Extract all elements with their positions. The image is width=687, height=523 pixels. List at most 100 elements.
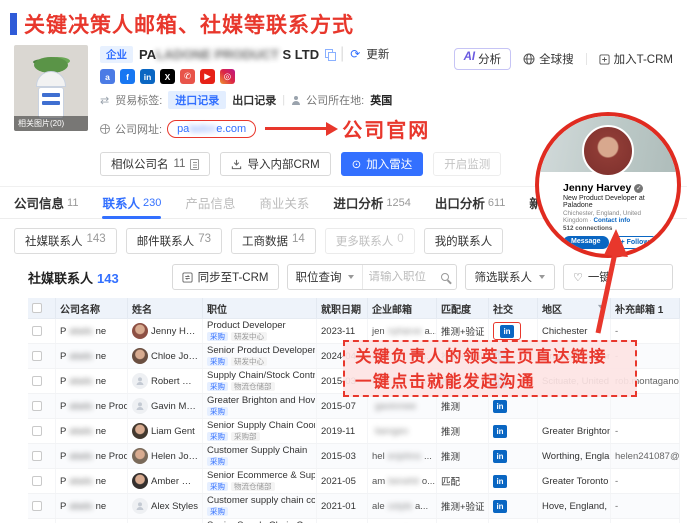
- company-cell[interactable]: Paladоne: [56, 469, 128, 493]
- red-arrow-right: [265, 127, 327, 130]
- region-cell: Worthing, England,...: [538, 444, 611, 468]
- table-row: PaladоneLiam GentSenior Supply Chain Coo…: [28, 419, 680, 444]
- one-click-button[interactable]: ♡ 一键: [563, 264, 673, 290]
- row-checkbox-cell[interactable]: [28, 494, 56, 518]
- tab-联系人[interactable]: 联系人230: [102, 187, 161, 218]
- message-button[interactable]: Message: [563, 236, 609, 249]
- linkedin-icon[interactable]: in: [493, 400, 507, 413]
- job-query-dropdown[interactable]: 职位查询: [288, 265, 363, 289]
- social-cell[interactable]: in: [489, 419, 538, 443]
- social-cell[interactable]: in: [489, 394, 538, 418]
- match-level-cell: 推测: [437, 444, 489, 468]
- global-search-button[interactable]: 全球搜: [523, 51, 574, 67]
- search-icon[interactable]: [441, 273, 449, 281]
- linkedin-icon[interactable]: in: [493, 450, 507, 463]
- contact-name-cell[interactable]: Alex Styles: [128, 494, 203, 518]
- linkedin-icon[interactable]: in: [493, 425, 507, 438]
- instagram-icon[interactable]: ◎: [220, 69, 235, 84]
- company-cell[interactable]: Paladоne: [56, 519, 128, 523]
- row-checkbox: [32, 401, 42, 411]
- social-cell[interactable]: in: [489, 519, 538, 523]
- region-cell: [538, 394, 611, 418]
- extra-email-cell: [611, 394, 680, 418]
- row-checkbox-cell[interactable]: [28, 369, 56, 393]
- phone-icon[interactable]: ✆: [180, 69, 195, 84]
- copy-icon[interactable]: [325, 49, 334, 59]
- social-cell[interactable]: in: [489, 444, 538, 468]
- company-photo[interactable]: 相关图片(20): [14, 45, 88, 131]
- row-checkbox-cell[interactable]: [28, 444, 56, 468]
- join-tcrm-button[interactable]: 加入T-CRM: [599, 51, 673, 67]
- row-checkbox-cell[interactable]: [28, 319, 56, 343]
- refresh-icon[interactable]: ⟳: [350, 47, 360, 61]
- monitor-button[interactable]: 开启监测: [433, 152, 501, 176]
- linkedin-icon[interactable]: in: [140, 69, 155, 84]
- row-checkbox-cell[interactable]: [28, 519, 56, 523]
- table-row: PaladоneAmber WhittySenior Ecommerce & S…: [28, 469, 680, 494]
- export-record-tag[interactable]: 出口记录: [232, 92, 276, 108]
- contact-info-link[interactable]: Contact info: [593, 217, 630, 224]
- company-cell[interactable]: Paladоne: [56, 494, 128, 518]
- company-cell[interactable]: Paladоne: [56, 319, 128, 343]
- sync-tcrm-button[interactable]: 同步至T-CRM: [172, 264, 279, 290]
- col-header-0: 公司名称: [56, 298, 128, 318]
- x-twitter-icon[interactable]: X: [160, 69, 175, 84]
- linkedin-icon[interactable]: in: [500, 325, 514, 338]
- row-checkbox: [32, 351, 42, 361]
- filter-contacts-dropdown[interactable]: 筛选联系人: [465, 264, 556, 290]
- job-search-input[interactable]: [363, 271, 441, 283]
- company-cell[interactable]: Paladоne Produc...: [56, 394, 128, 418]
- import-crm-button[interactable]: 导入内部CRM: [220, 152, 330, 176]
- website-annotation-text: 公司官网: [342, 114, 430, 143]
- website-link[interactable]: paladone.com: [167, 120, 256, 138]
- company-cell[interactable]: Paladоne Produc...: [56, 444, 128, 468]
- tab-出口分析[interactable]: 出口分析611: [435, 187, 506, 218]
- youtube-icon[interactable]: ▶: [200, 69, 215, 84]
- tab-产品信息[interactable]: 产品信息: [185, 187, 235, 218]
- contact-name-cell[interactable]: Liam Gent: [128, 419, 203, 443]
- facebook-icon[interactable]: f: [120, 69, 135, 84]
- contact-name-cell[interactable]: Gavin Meeks: [128, 394, 203, 418]
- header-checkbox-cell[interactable]: [28, 298, 56, 318]
- company-cell[interactable]: Paladоne: [56, 369, 128, 393]
- start-date-cell: 2022-01: [317, 519, 368, 523]
- subtab-社媒联系人[interactable]: 社媒联系人143: [14, 228, 117, 254]
- row-checkbox-cell[interactable]: [28, 419, 56, 443]
- tab-商业关系[interactable]: 商业关系: [259, 187, 309, 218]
- tab-公司信息[interactable]: 公司信息11: [14, 187, 78, 218]
- social-cell[interactable]: in: [489, 469, 538, 493]
- company-cell[interactable]: Paladоne: [56, 419, 128, 443]
- col-header-7: 地区: [538, 298, 611, 318]
- contact-name-cell[interactable]: Chloe Jones: [128, 344, 203, 368]
- table-row: PaladоneAlex StylesCustomer supply chain…: [28, 494, 680, 519]
- contact-name-cell[interactable]: Robert Monta...: [128, 369, 203, 393]
- tab-进口分析[interactable]: 进口分析1254: [333, 187, 411, 218]
- subtab-更多联系人[interactable]: 更多联系人0: [325, 228, 415, 254]
- linkedin-icon[interactable]: in: [493, 475, 507, 488]
- job-title-cell: Customer Supply Chain采购: [203, 444, 317, 468]
- add-radar-button[interactable]: ⊙ 加入雷达: [341, 152, 424, 176]
- tcrm-icon: [599, 54, 610, 65]
- contact-name-cell[interactable]: Amber Whitty: [128, 469, 203, 493]
- contact-name-cell[interactable]: Rachael Kelly: [128, 519, 203, 523]
- company-cell[interactable]: Paladоne: [56, 344, 128, 368]
- row-checkbox-cell[interactable]: [28, 394, 56, 418]
- amazon-icon[interactable]: a: [100, 69, 115, 84]
- subtab-工商数据[interactable]: 工商数据14: [231, 228, 316, 254]
- website-blurred: ladon: [189, 123, 216, 135]
- subtab-我的联系人[interactable]: 我的联系人: [424, 228, 504, 254]
- subtab-邮件联系人[interactable]: 邮件联系人73: [126, 228, 222, 254]
- linkedin-icon[interactable]: in: [493, 500, 507, 513]
- contact-name-cell[interactable]: Jenny Harvey: [128, 319, 203, 343]
- filter-icon[interactable]: [597, 304, 606, 313]
- contact-name-cell[interactable]: Helen Johnstone: [128, 444, 203, 468]
- ai-analysis-button[interactable]: AI分析: [454, 48, 512, 70]
- social-cell[interactable]: in: [489, 494, 538, 518]
- avatar: [132, 423, 148, 439]
- similar-company-button[interactable]: 相似公司名11: [100, 152, 210, 176]
- trade-icon: ⇄: [100, 94, 109, 107]
- update-button[interactable]: 更新: [366, 46, 389, 62]
- row-checkbox-cell[interactable]: [28, 469, 56, 493]
- import-record-tag[interactable]: 进口记录: [168, 91, 226, 109]
- row-checkbox-cell[interactable]: [28, 344, 56, 368]
